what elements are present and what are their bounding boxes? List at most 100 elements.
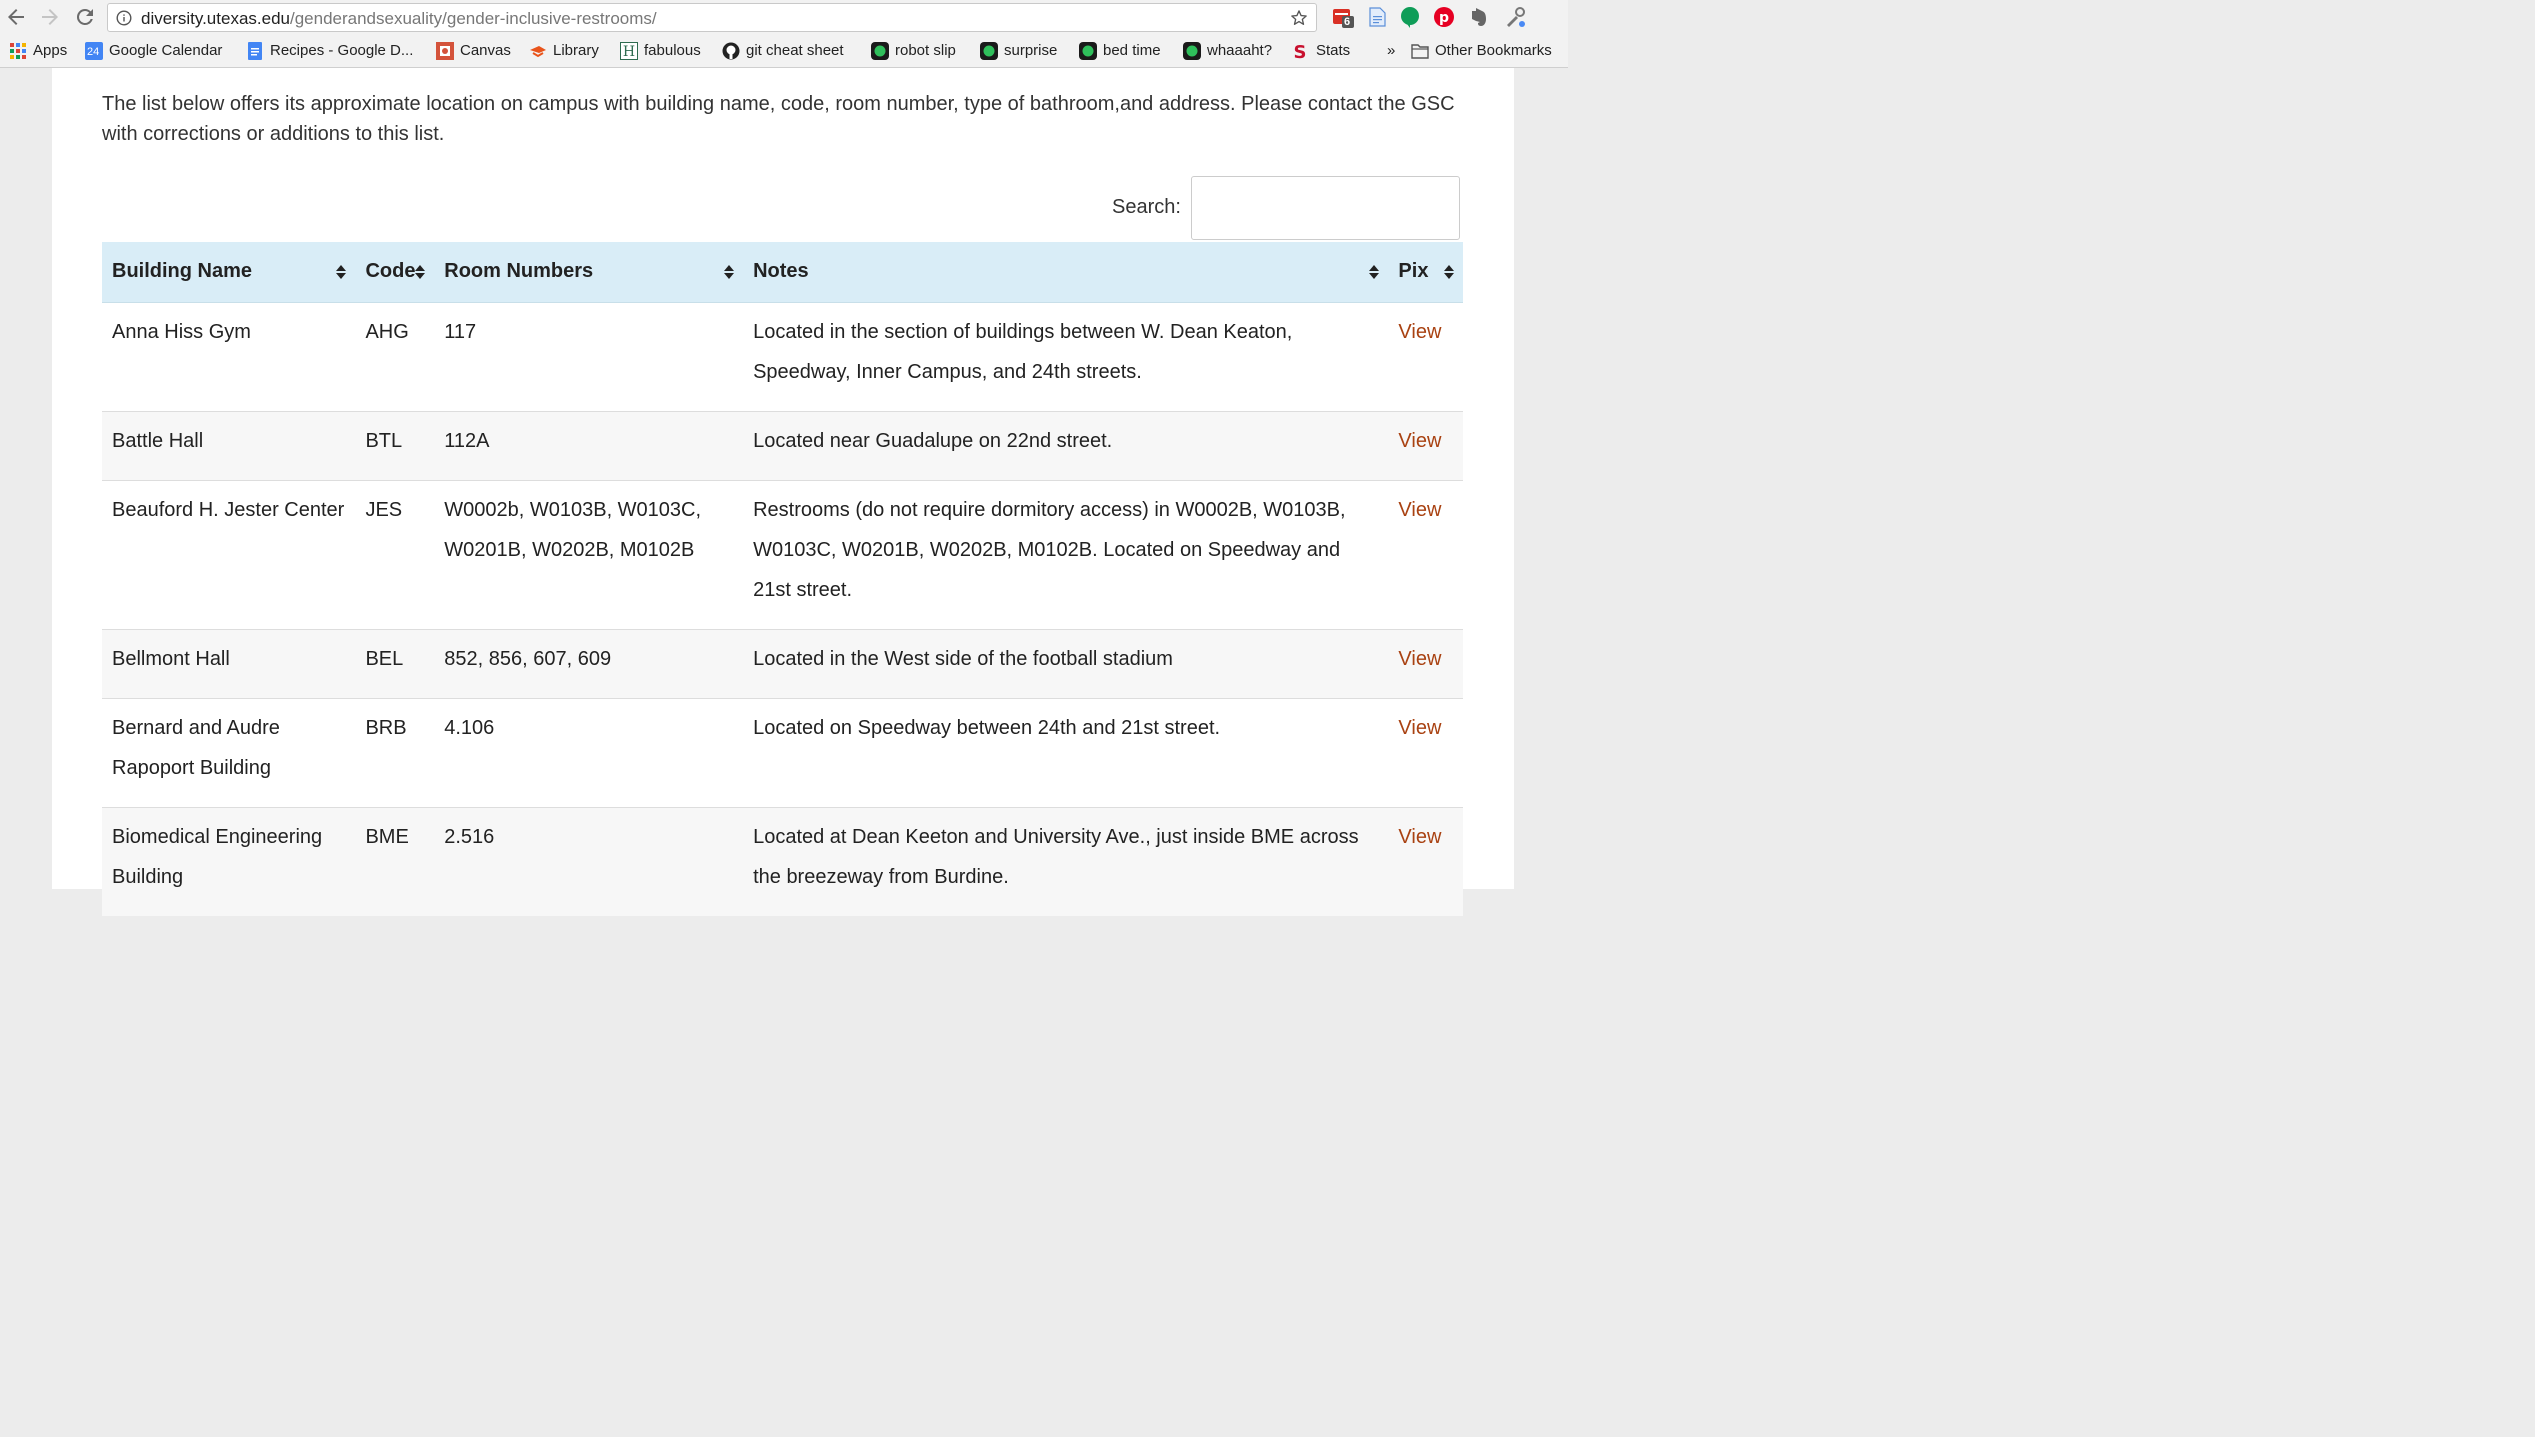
cell-building-name: Biomedical Engineering Building: [102, 806, 356, 916]
cell-room-numbers: 117: [434, 301, 744, 411]
cell-building-name: Bellmont Hall: [102, 628, 356, 698]
cell-code: BTL: [355, 410, 435, 480]
sort-icon: [1369, 265, 1380, 279]
room-numbers-text: 4.106: [444, 716, 495, 739]
hangouts-extension-icon[interactable]: [1399, 6, 1421, 28]
view-link[interactable]: View: [1398, 717, 1441, 739]
url-path: /genderandsexuality/gender-inclusive-res…: [289, 9, 657, 28]
column-header-room-numbers[interactable]: Room Numbers: [434, 242, 744, 303]
cell-pix: View: [1388, 301, 1463, 411]
cell-pix: View: [1388, 479, 1463, 629]
bookmark-label: bed time: [1103, 42, 1161, 59]
notes-text: Located in the West side of the football…: [753, 647, 1173, 670]
cell-code: JES: [355, 479, 435, 629]
calendar-extension-icon[interactable]: 6: [1332, 6, 1354, 28]
cell-pix: View: [1388, 806, 1463, 916]
cell-notes: Located on Speedway between 24th and 21s…: [743, 697, 1389, 807]
search-input[interactable]: [1191, 176, 1460, 240]
bookmark-star-icon[interactable]: [1289, 8, 1309, 28]
info-icon[interactable]: [116, 10, 132, 26]
github-icon: [722, 42, 740, 60]
h-icon: H: [620, 42, 638, 60]
sort-icon: [336, 265, 347, 279]
view-link[interactable]: View: [1398, 430, 1441, 452]
cell-notes: Located in the West side of the football…: [743, 628, 1389, 698]
cell-room-numbers: 852, 856, 607, 609: [434, 628, 744, 698]
bookmark-label: Library: [553, 42, 599, 59]
column-header-label: Code: [365, 260, 416, 283]
green-dot-icon: [1183, 42, 1201, 60]
extension-badge: 6: [1344, 16, 1351, 28]
url-text: diversity.utexas.edu/genderandsexuality/…: [141, 9, 657, 28]
column-header-label: Building Name: [112, 260, 253, 283]
column-header-notes[interactable]: Notes: [743, 242, 1389, 303]
apps-grid-icon: [10, 43, 26, 59]
building-name-text: Biomedical Engineering Building: [112, 825, 323, 888]
table-row: Beauford H. Jester Center JES W0002b, W0…: [102, 479, 1463, 629]
cell-notes: Located at Dean Keeton and University Av…: [743, 806, 1389, 916]
library-icon: [530, 46, 546, 58]
cell-building-name: Battle Hall: [102, 410, 356, 480]
code-text: JES: [365, 498, 403, 521]
tools-extension-icon[interactable]: [1504, 6, 1526, 28]
cell-notes: Located near Guadalupe on 22nd street.: [743, 410, 1389, 480]
column-header-building-name[interactable]: Building Name: [102, 242, 356, 303]
room-numbers-text: W0002b, W0103B, W0103C, W0201B, W0202B, …: [444, 498, 702, 561]
sort-icon: [724, 265, 735, 279]
cell-code: BRB: [355, 697, 435, 807]
notes-text: Located in the section of buildings betw…: [753, 320, 1293, 383]
view-link[interactable]: View: [1398, 499, 1441, 521]
cell-code: BME: [355, 806, 435, 916]
docs-icon: [248, 42, 262, 60]
view-link[interactable]: View: [1398, 321, 1441, 343]
bookmarks-overflow-button[interactable]: »: [1387, 41, 1395, 61]
column-header-pix[interactable]: Pix: [1388, 242, 1463, 303]
green-dot-icon: [1079, 42, 1097, 60]
column-header-label: Notes: [753, 260, 809, 283]
cell-room-numbers: 4.106: [434, 697, 744, 807]
reload-button[interactable]: [73, 5, 97, 29]
overflow-chevron-icon: »: [1387, 42, 1396, 59]
column-header-code[interactable]: Code: [355, 242, 435, 303]
table-row: Bernard and Audre Rapoport Building BRB …: [102, 697, 1463, 807]
svg-text:p: p: [1439, 10, 1449, 26]
column-header-label: Room Numbers: [444, 260, 594, 283]
cell-code: AHG: [355, 301, 435, 411]
canvas-icon: [436, 42, 454, 60]
back-button[interactable]: [4, 5, 28, 29]
notes-text: Restrooms (do not require dormitory acce…: [753, 498, 1346, 601]
intro-paragraph: The list below offers its approximate lo…: [102, 93, 1455, 145]
bookmark-label: Google Calendar: [109, 42, 223, 59]
reload-icon: [76, 8, 93, 25]
notes-text: Located at Dean Keeton and University Av…: [753, 825, 1359, 888]
sort-icon: [415, 265, 426, 279]
cell-room-numbers: W0002b, W0103B, W0103C, W0201B, W0202B, …: [434, 479, 744, 629]
green-dot-icon: [980, 42, 998, 60]
code-text: BRB: [365, 716, 407, 739]
forward-button[interactable]: [38, 5, 62, 29]
bookmarks-bar: Apps 24 Google Calendar Recipes - Google…: [0, 36, 1568, 68]
view-link[interactable]: View: [1398, 648, 1441, 670]
building-name-text: Anna Hiss Gym: [112, 320, 251, 343]
code-text: AHG: [365, 320, 409, 343]
room-numbers-text: 112A: [444, 429, 490, 452]
cell-code: BEL: [355, 628, 435, 698]
evernote-extension-icon[interactable]: [1467, 6, 1489, 28]
building-name-text: Bellmont Hall: [112, 647, 230, 670]
table-row: Battle Hall BTL 112A Located near Guadal…: [102, 410, 1463, 480]
forward-arrow-icon: [42, 9, 58, 25]
view-link[interactable]: View: [1398, 826, 1441, 848]
pinterest-extension-icon[interactable]: p: [1433, 6, 1455, 28]
search-label: Search:: [1112, 196, 1181, 218]
svg-text:H: H: [623, 44, 635, 60]
column-header-label: Pix: [1398, 260, 1429, 283]
table-header-row: Building Name Code Room Numbers Notes Pi…: [102, 242, 1463, 303]
address-bar[interactable]: diversity.utexas.edu/genderandsexuality/…: [107, 3, 1317, 32]
docs-extension-icon[interactable]: [1366, 6, 1388, 28]
table-row: Anna Hiss Gym AHG 117 Located in the sec…: [102, 301, 1463, 411]
code-text: BME: [365, 825, 409, 848]
cell-building-name: Bernard and Audre Rapoport Building: [102, 697, 356, 807]
code-text: BTL: [365, 429, 403, 452]
s-icon: S: [1294, 42, 1307, 60]
room-numbers-text: 2.516: [444, 825, 495, 848]
